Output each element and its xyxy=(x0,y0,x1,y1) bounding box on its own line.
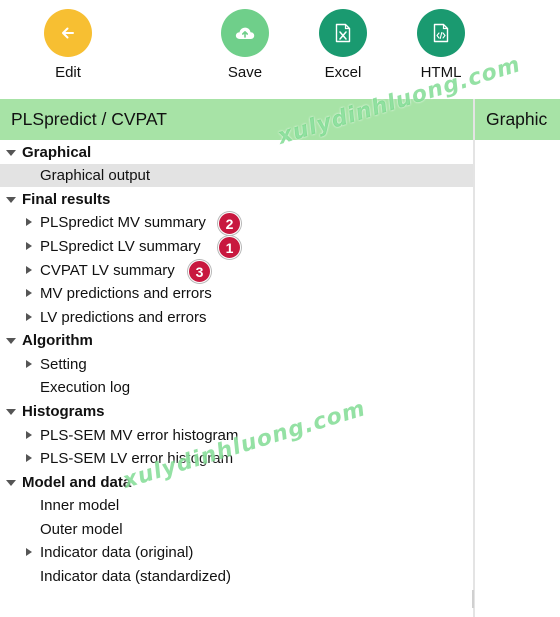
caret-down-icon xyxy=(6,409,16,415)
tree-item-inner-model[interactable]: Inner model xyxy=(0,494,473,517)
annotation-badge-3: 3 xyxy=(188,260,211,283)
excel-file-icon xyxy=(335,23,351,43)
scrollbar[interactable] xyxy=(472,590,474,608)
save-button[interactable]: Save xyxy=(210,9,280,81)
html-label: HTML xyxy=(420,64,462,81)
edit-button[interactable]: Edit xyxy=(33,9,103,81)
caret-right-icon xyxy=(26,242,32,250)
excel-label: Excel xyxy=(324,64,362,81)
caret-down-icon xyxy=(6,338,16,344)
caret-right-icon xyxy=(26,289,32,297)
caret-right-icon xyxy=(26,454,32,462)
right-panel-title: Graphic xyxy=(486,109,548,129)
tree-item-graphical-output[interactable]: Graphical output xyxy=(0,164,473,187)
edit-label: Edit xyxy=(55,64,81,81)
edit-circle xyxy=(44,9,92,57)
annotation-badge-1: 1 xyxy=(218,236,241,259)
caret-down-icon xyxy=(6,480,16,486)
cloud-upload-icon xyxy=(234,24,256,42)
tree-item-indicator-data-original[interactable]: Indicator data (original) xyxy=(0,541,473,564)
tree-item-execution-log[interactable]: Execution log xyxy=(0,376,473,399)
panel-divider[interactable] xyxy=(473,99,475,617)
tree-group-graphical[interactable]: Graphical xyxy=(0,141,473,164)
tree-item-mv-error-histogram[interactable]: PLS-SEM MV error histogram xyxy=(0,424,473,447)
caret-right-icon xyxy=(26,218,32,226)
save-label: Save xyxy=(227,64,263,81)
tree-item-indicator-data-standardized[interactable]: Indicator data (standardized) xyxy=(0,565,473,588)
excel-button[interactable]: Excel xyxy=(308,9,378,81)
html-circle xyxy=(417,9,465,57)
left-panel-title: PLSpredict / CVPAT xyxy=(11,109,167,129)
caret-right-icon xyxy=(26,313,32,321)
tree-item-cvpat-lv-summary[interactable]: CVPAT LV summary xyxy=(0,259,473,282)
tree-group-histograms[interactable]: Histograms xyxy=(0,400,473,423)
caret-down-icon xyxy=(6,197,16,203)
tree-item-outer-model[interactable]: Outer model xyxy=(0,518,473,541)
html-file-icon xyxy=(433,23,449,43)
caret-down-icon xyxy=(6,150,16,156)
tree-item-setting[interactable]: Setting xyxy=(0,353,473,376)
caret-right-icon xyxy=(26,431,32,439)
tree-item-lv-predictions-errors[interactable]: LV predictions and errors xyxy=(0,306,473,329)
tree-group-model-and-data[interactable]: Model and data xyxy=(0,471,473,494)
tree-group-algorithm[interactable]: Algorithm xyxy=(0,329,473,352)
right-panel-header: Graphic xyxy=(475,99,560,140)
left-panel-header: PLSpredict / CVPAT xyxy=(0,99,473,140)
arrow-left-icon xyxy=(59,24,77,42)
tree-group-final-results[interactable]: Final results xyxy=(0,188,473,211)
tree-item-lv-error-histogram[interactable]: PLS-SEM LV error histogram xyxy=(0,447,473,470)
caret-right-icon xyxy=(26,266,32,274)
toolbar: Edit Save Excel HTML xyxy=(0,0,560,98)
save-circle xyxy=(221,9,269,57)
annotation-badge-2: 2 xyxy=(218,212,241,235)
caret-right-icon xyxy=(26,360,32,368)
excel-circle xyxy=(319,9,367,57)
tree-item-mv-predictions-errors[interactable]: MV predictions and errors xyxy=(0,282,473,305)
html-button[interactable]: HTML xyxy=(406,9,476,81)
caret-right-icon xyxy=(26,548,32,556)
